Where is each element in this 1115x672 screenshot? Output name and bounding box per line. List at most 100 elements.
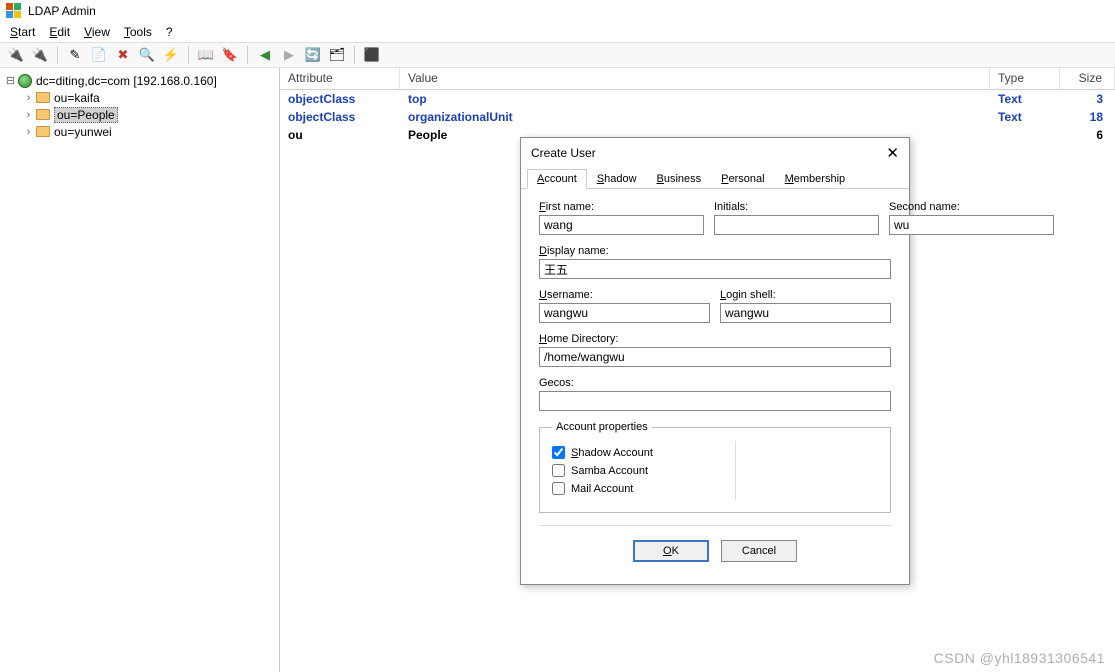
close-icon[interactable]: ✕ bbox=[886, 144, 899, 162]
stop-icon[interactable]: ⬛ bbox=[362, 45, 382, 65]
account-properties-right bbox=[735, 441, 879, 500]
login-shell-input[interactable] bbox=[720, 303, 891, 323]
tree-item-label: ou=People bbox=[54, 107, 118, 123]
tab-business[interactable]: Business bbox=[647, 169, 712, 189]
delete-icon[interactable]: ✖ bbox=[113, 45, 133, 65]
label-first-name: First name: bbox=[539, 201, 704, 213]
field-gecos: Gecos: bbox=[539, 377, 891, 411]
folder-icon bbox=[35, 108, 51, 122]
tree-item[interactable]: › ou=yunwei bbox=[4, 123, 275, 140]
menu-edit[interactable]: Edit bbox=[49, 25, 70, 39]
copy-icon[interactable]: 📄 bbox=[89, 45, 109, 65]
tree-item-label: ou=yunwei bbox=[54, 125, 112, 139]
menu-bar: Start Edit View Tools ? bbox=[0, 22, 1115, 42]
expand-icon[interactable]: › bbox=[22, 92, 35, 104]
label-gecos: Gecos: bbox=[539, 377, 891, 389]
initials-input[interactable] bbox=[714, 215, 879, 235]
separator bbox=[188, 46, 189, 64]
cell-size: 18 bbox=[1060, 110, 1115, 124]
disconnect-icon[interactable]: 🔌 bbox=[30, 45, 50, 65]
field-username: Username: bbox=[539, 289, 710, 323]
separator bbox=[57, 46, 58, 64]
col-type[interactable]: Type bbox=[990, 68, 1060, 89]
cell-size: 6 bbox=[1060, 128, 1115, 142]
label-home-dir: Home Directory: bbox=[539, 333, 891, 345]
tab-account[interactable]: Account bbox=[527, 169, 587, 189]
modify-icon[interactable]: ⚡ bbox=[161, 45, 181, 65]
dialog-body: First name: Initials: Second name: Displ… bbox=[521, 189, 909, 584]
book-icon[interactable]: 📖 bbox=[196, 45, 216, 65]
app-logo-icon bbox=[6, 3, 22, 19]
mail-account-checkbox[interactable] bbox=[552, 482, 565, 495]
dialog-buttons: OK Cancel bbox=[539, 525, 891, 578]
shadow-account-checkbox[interactable] bbox=[552, 446, 565, 459]
account-properties-group: Account properties Shadow Account Samba … bbox=[539, 421, 891, 513]
field-initials: Initials: bbox=[714, 201, 879, 235]
dialog-title: Create User bbox=[531, 146, 596, 160]
mail-account-label[interactable]: Mail Account bbox=[571, 483, 633, 495]
app-title: LDAP Admin bbox=[28, 4, 96, 18]
col-size[interactable]: Size bbox=[1060, 68, 1115, 89]
label-display-name: Display name: bbox=[539, 245, 891, 257]
menu-view[interactable]: View bbox=[84, 25, 110, 39]
menu-help[interactable]: ? bbox=[166, 25, 173, 39]
col-value[interactable]: Value bbox=[400, 68, 990, 89]
separator bbox=[354, 46, 355, 64]
bookmark-icon[interactable]: 🔖 bbox=[220, 45, 240, 65]
cell-attr: ou bbox=[280, 128, 400, 142]
tree-root[interactable]: ⊟ dc=diting,dc=com [192.168.0.160] bbox=[4, 72, 275, 89]
home-dir-input[interactable] bbox=[539, 347, 891, 367]
schema-icon[interactable]: 🗂 bbox=[327, 45, 347, 65]
first-name-input[interactable] bbox=[539, 215, 704, 235]
tree-item[interactable]: › ou=kaifa bbox=[4, 89, 275, 106]
list-row[interactable]: objectClass top Text 3 bbox=[280, 90, 1115, 108]
tree-pane[interactable]: ⊟ dc=diting,dc=com [192.168.0.160] › ou=… bbox=[0, 68, 280, 672]
field-display-name: Display name: bbox=[539, 245, 891, 279]
samba-account-checkbox[interactable] bbox=[552, 464, 565, 477]
tree-item-label: ou=kaifa bbox=[54, 91, 100, 105]
tab-membership[interactable]: Membership bbox=[775, 169, 856, 189]
menu-start[interactable]: Start bbox=[10, 25, 35, 39]
col-attribute[interactable]: Attribute bbox=[280, 68, 400, 89]
cell-type: Text bbox=[990, 92, 1060, 106]
samba-account-label[interactable]: Samba Account bbox=[571, 465, 648, 477]
title-bar: LDAP Admin bbox=[0, 0, 1115, 22]
search-icon[interactable]: 🔍 bbox=[137, 45, 157, 65]
collapse-icon[interactable]: ⊟ bbox=[4, 74, 17, 87]
separator bbox=[247, 46, 248, 64]
cell-val: top bbox=[400, 92, 990, 106]
gecos-input[interactable] bbox=[539, 391, 891, 411]
tree-item[interactable]: › ou=People bbox=[4, 106, 275, 123]
refresh-icon[interactable]: 🔄 bbox=[303, 45, 323, 65]
watermark: CSDN @yhl18931306541 bbox=[934, 650, 1105, 666]
field-login-shell: Login shell: bbox=[720, 289, 891, 323]
forward-icon[interactable]: ▶ bbox=[279, 45, 299, 65]
menu-tools[interactable]: Tools bbox=[124, 25, 152, 39]
display-name-input[interactable] bbox=[539, 259, 891, 279]
label-username: Username: bbox=[539, 289, 710, 301]
cell-val: organizationalUnit bbox=[400, 110, 990, 124]
folder-icon bbox=[35, 91, 51, 105]
edit-icon[interactable]: ✎ bbox=[65, 45, 85, 65]
label-second-name: Second name: bbox=[889, 201, 1054, 213]
tab-shadow[interactable]: Shadow bbox=[587, 169, 647, 189]
expand-icon[interactable]: › bbox=[22, 126, 35, 138]
toolbar: 🔌 🔌 ✎ 📄 ✖ 🔍 ⚡ 📖 🔖 ◀ ▶ 🔄 🗂 ⬛ bbox=[0, 42, 1115, 68]
tree-root-label: dc=diting,dc=com [192.168.0.160] bbox=[36, 74, 217, 88]
field-second-name: Second name: bbox=[889, 201, 1054, 235]
second-name-input[interactable] bbox=[889, 215, 1054, 235]
ok-button[interactable]: OK bbox=[633, 540, 709, 562]
dialog-titlebar: Create User ✕ bbox=[521, 138, 909, 168]
connect-icon[interactable]: 🔌 bbox=[6, 45, 26, 65]
list-row[interactable]: objectClass organizationalUnit Text 18 bbox=[280, 108, 1115, 126]
cancel-button[interactable]: Cancel bbox=[721, 540, 797, 562]
shadow-account-label[interactable]: Shadow Account bbox=[571, 447, 653, 459]
expand-icon[interactable]: › bbox=[22, 109, 35, 121]
globe-icon bbox=[17, 74, 33, 88]
label-login-shell: Login shell: bbox=[720, 289, 891, 301]
username-input[interactable] bbox=[539, 303, 710, 323]
tab-personal[interactable]: Personal bbox=[711, 169, 774, 189]
back-icon[interactable]: ◀ bbox=[255, 45, 275, 65]
field-first-name: First name: bbox=[539, 201, 704, 235]
create-user-dialog: Create User ✕ AccountShadowBusinessPerso… bbox=[520, 137, 910, 585]
